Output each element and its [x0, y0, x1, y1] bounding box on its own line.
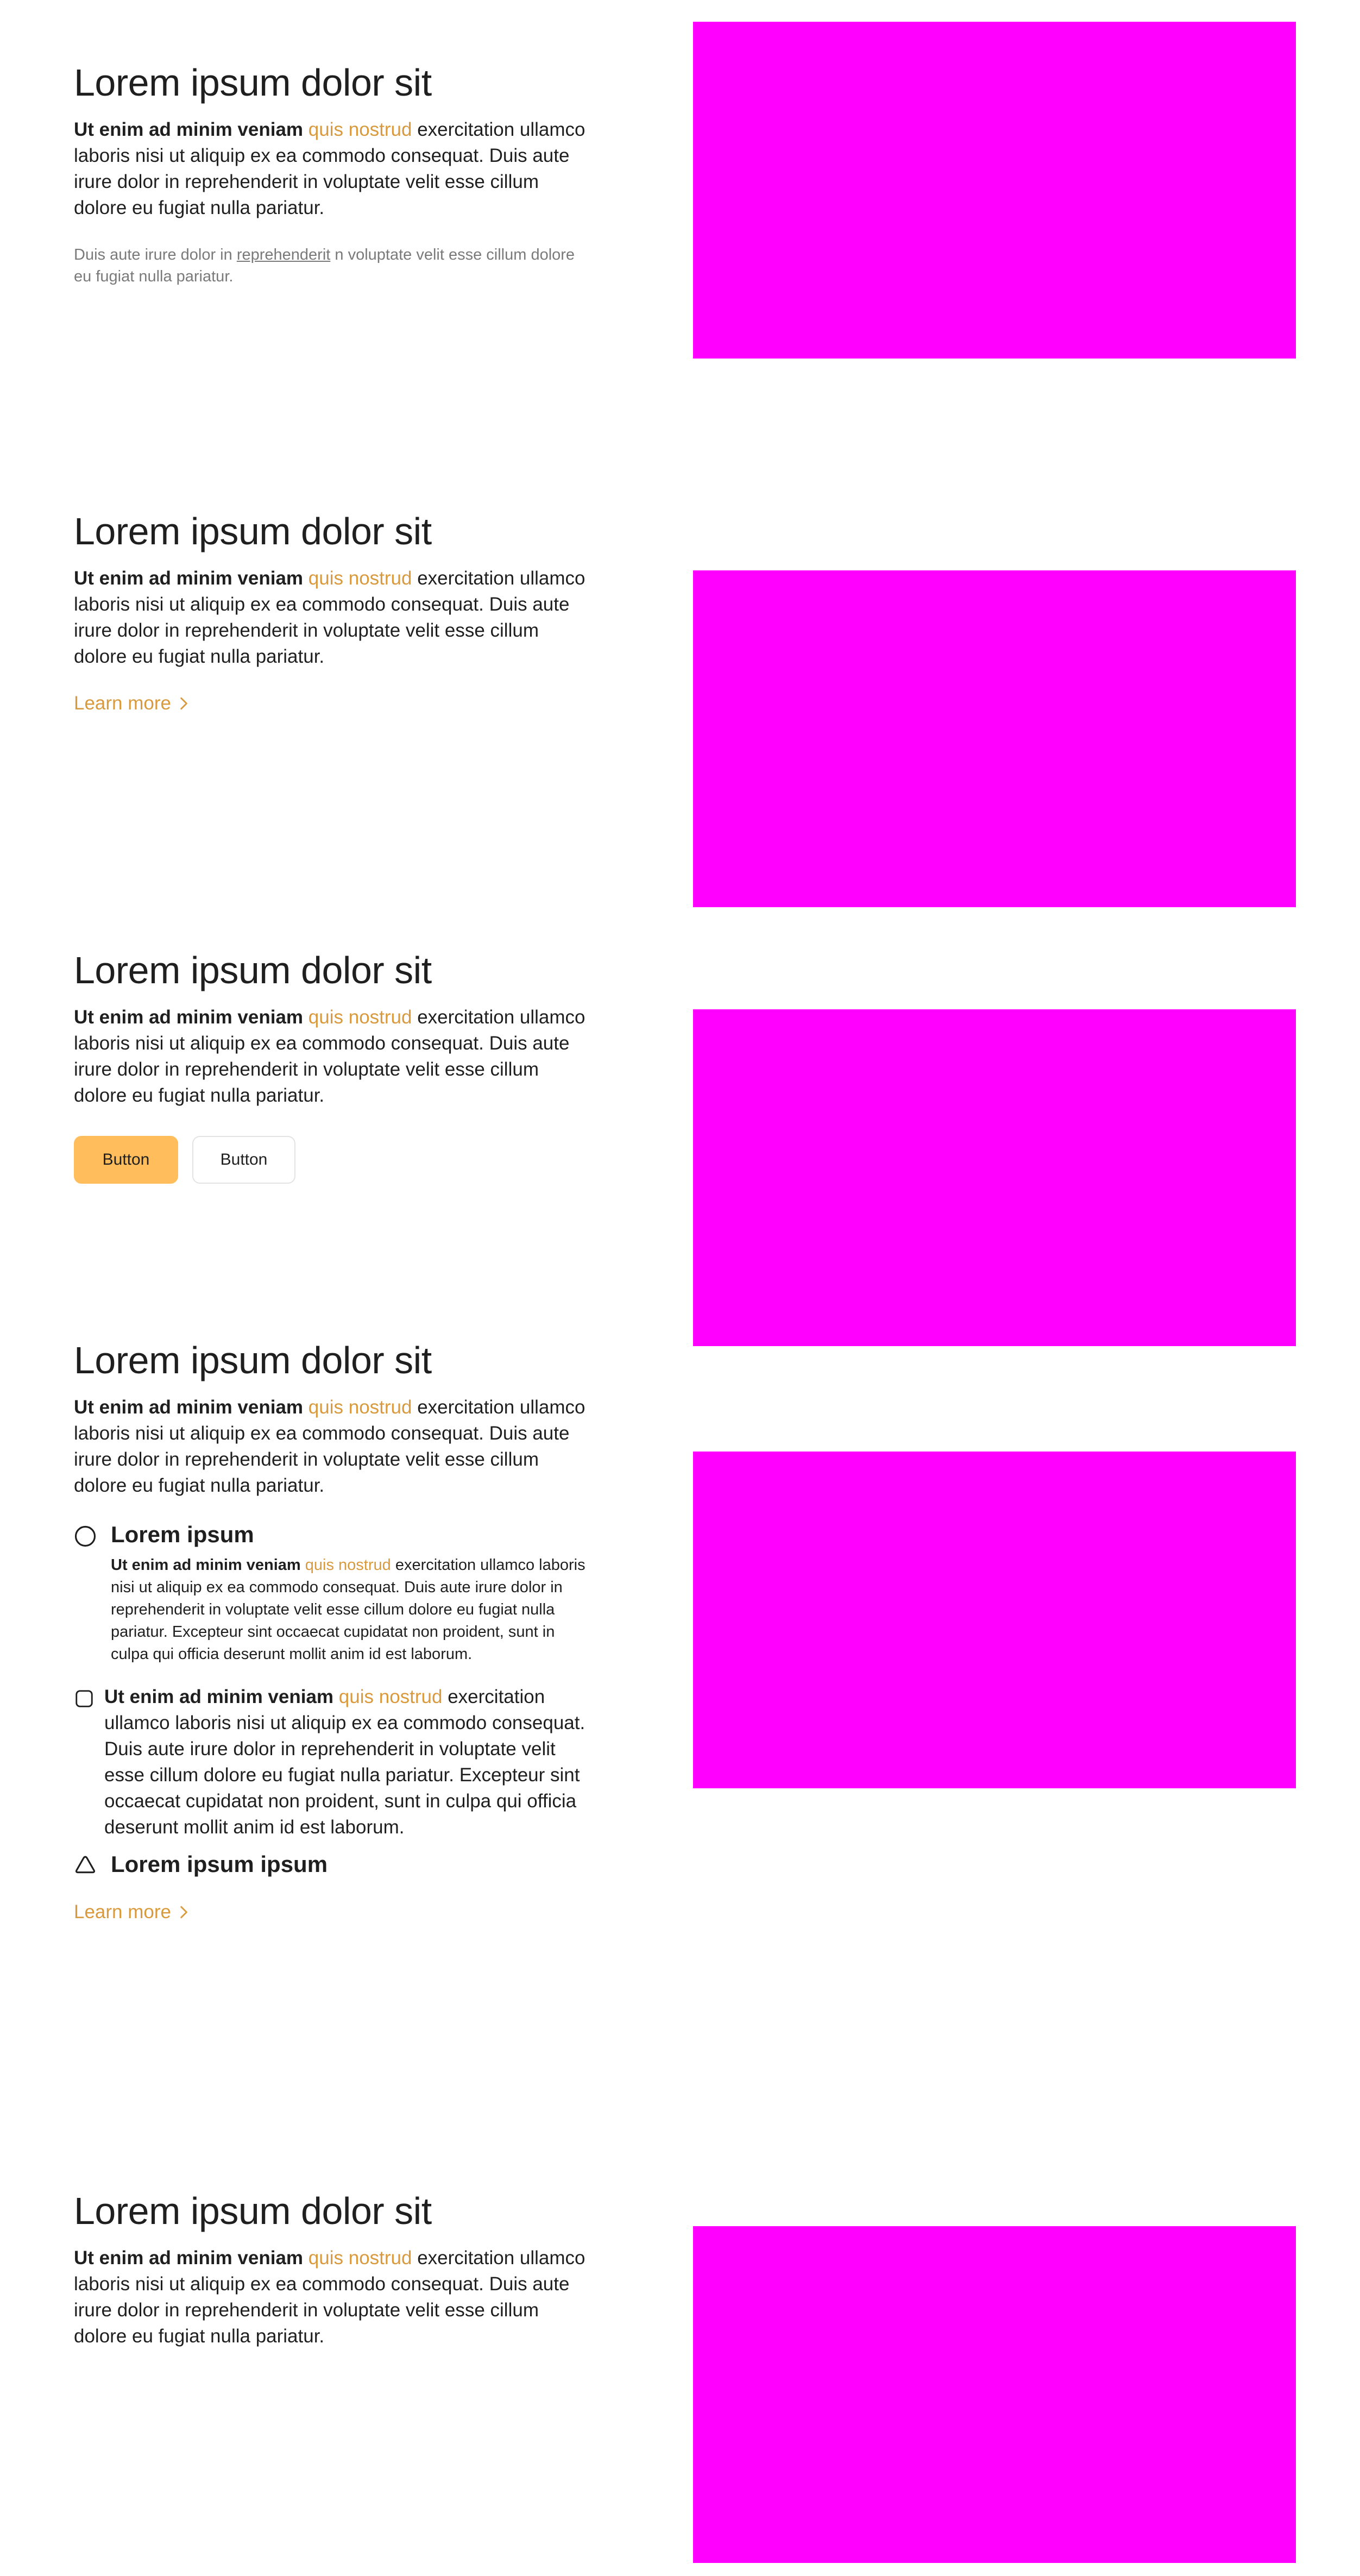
- section-3-button-group: Button Button: [74, 1135, 595, 1184]
- chevron-right-icon: [180, 697, 187, 709]
- section-4-heading: Lorem ipsum dolor sit: [74, 1339, 432, 1381]
- reprehenderit-link[interactable]: reprehenderit: [237, 246, 331, 263]
- lead-bold: Ut enim ad minim veniam: [74, 1006, 304, 1028]
- lead-accent: quis nostrud: [308, 118, 412, 140]
- feature-2-body-bold: Ut enim ad minim veniam: [104, 1686, 334, 1707]
- section-3-lead: Ut enim ad minim veniam quis nostrud exe…: [74, 1004, 595, 1109]
- lead-accent: quis nostrud: [308, 2247, 412, 2269]
- section-1-lead: Ut enim ad minim veniam quis nostrud exe…: [74, 117, 595, 221]
- feature-2-body: Ut enim ad minim veniam quis nostrud exe…: [104, 1684, 595, 1840]
- feature-2-body-rest: exercitation ullamco laboris nisi ut ali…: [104, 1686, 585, 1838]
- lead-accent: quis nostrud: [308, 1006, 412, 1028]
- section-1-subtext: Duis aute irure dolor in reprehenderit n…: [74, 244, 595, 287]
- section-5-heading: Lorem ipsum dolor sit: [74, 2190, 432, 2232]
- chevron-right-icon: [180, 1906, 187, 1918]
- section-4-text: Lorem ipsum dolor sit Ut enim ad minim v…: [74, 1339, 595, 1923]
- section-5-image-placeholder: [693, 2226, 1296, 2563]
- feature-2-body-accent: quis nostrud: [338, 1686, 443, 1707]
- section-5-lead: Ut enim ad minim veniam quis nostrud exe…: [74, 2245, 595, 2349]
- section-4-lead: Ut enim ad minim veniam quis nostrud exe…: [74, 1394, 595, 1499]
- section-2-heading: Lorem ipsum dolor sit: [74, 510, 432, 552]
- section-3-heading: Lorem ipsum dolor sit: [74, 949, 432, 991]
- lead-bold: Ut enim ad minim veniam: [74, 1396, 304, 1418]
- feature-1-body-accent: quis nostrud: [305, 1556, 391, 1574]
- learn-more-label: Learn more: [74, 1901, 171, 1922]
- feature-1-title: Lorem ipsum: [111, 1521, 254, 1547]
- section-3-image-placeholder: [693, 1009, 1296, 1346]
- feature-1-body: Ut enim ad minim veniam quis nostrud exe…: [111, 1554, 595, 1666]
- section-1-heading: Lorem ipsum dolor sit: [74, 61, 432, 104]
- lead-bold: Ut enim ad minim veniam: [74, 2247, 304, 2269]
- lead-bold: Ut enim ad minim veniam: [74, 567, 304, 589]
- feature-item-1: Lorem ipsum Ut enim ad minim veniam quis…: [74, 1521, 595, 1666]
- circle-icon: [74, 1525, 96, 1547]
- triangle-icon: [75, 1856, 96, 1873]
- section-1-text: Lorem ipsum dolor sit Ut enim ad minim v…: [74, 61, 595, 287]
- section-4-image-placeholder: [693, 1452, 1296, 1788]
- feature-3-title: Lorem ipsum ipsum: [111, 1851, 328, 1877]
- section-3-text: Lorem ipsum dolor sit Ut enim ad minim v…: [74, 948, 595, 1184]
- section-1-image-placeholder: [693, 22, 1296, 359]
- section-2-text: Lorem ipsum dolor sit Ut enim ad minim v…: [74, 510, 595, 714]
- secondary-button[interactable]: Button: [192, 1135, 295, 1184]
- primary-button[interactable]: Button: [74, 1135, 178, 1184]
- section-2-image-placeholder: [693, 570, 1296, 907]
- lead-bold: Ut enim ad minim veniam: [74, 118, 304, 140]
- lead-accent: quis nostrud: [308, 567, 412, 589]
- section-5-text: Lorem ipsum dolor sit Ut enim ad minim v…: [74, 2189, 595, 2349]
- lead-accent: quis nostrud: [308, 1396, 412, 1418]
- learn-more-label: Learn more: [74, 692, 171, 714]
- section-4-learn-more-link[interactable]: Learn more: [74, 1901, 191, 1923]
- feature-item-2: Ut enim ad minim veniam quis nostrud exe…: [74, 1684, 595, 1840]
- section-2-lead: Ut enim ad minim veniam quis nostrud exe…: [74, 566, 595, 670]
- feature-1-body-bold: Ut enim ad minim veniam: [111, 1556, 301, 1574]
- feature-item-3: Lorem ipsum ipsum: [74, 1850, 595, 1878]
- rounded-square-icon: [75, 1689, 93, 1707]
- section-2-learn-more-link[interactable]: Learn more: [74, 693, 191, 714]
- subtext-before: Duis aute irure dolor in: [74, 246, 232, 263]
